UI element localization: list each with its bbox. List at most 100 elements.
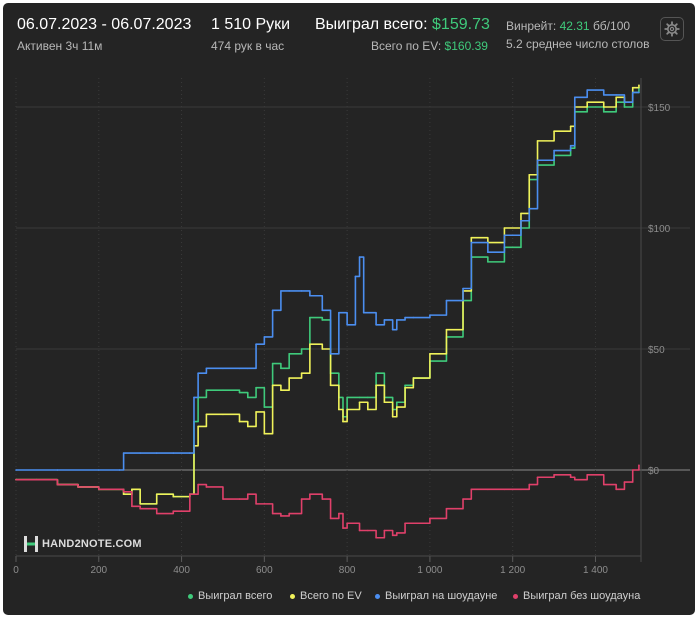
series-ev-total-point	[122, 493, 125, 496]
series-non-showdown-point	[445, 507, 448, 510]
series-showdown-point	[354, 275, 357, 278]
series-won-total-point	[288, 353, 290, 355]
series-non-showdown-point	[271, 512, 274, 515]
series-won-total-point	[367, 396, 369, 399]
series-non-showdown-point	[139, 507, 141, 510]
series-ev-total-point	[222, 413, 224, 416]
series-ev-total-point	[638, 84, 640, 87]
series-non-showdown-point	[15, 478, 17, 481]
hand2note-logo: HAND2NOTE.COM	[24, 536, 142, 552]
series-won-total-point	[280, 367, 282, 370]
series-showdown-point	[536, 159, 539, 162]
series-showdown-point	[487, 251, 489, 253]
series-won-total-point	[375, 372, 377, 375]
series-ev-total-point	[553, 130, 555, 132]
series-non-showdown-point	[255, 503, 257, 505]
series-non-showdown-point	[367, 529, 369, 532]
series-ev-total-point	[569, 125, 572, 128]
series-won-total-point	[346, 396, 348, 399]
series-non-showdown-point	[573, 478, 576, 481]
series-ev-total-point	[391, 415, 394, 418]
grid-layer	[15, 78, 690, 560]
series-non-showdown-point	[412, 522, 415, 525]
series-ev-total-point	[155, 493, 158, 496]
series-ev-total-point	[602, 106, 605, 108]
series-ev-total-point	[139, 503, 141, 505]
series-non-showdown-point	[263, 503, 266, 505]
series-showdown-point	[246, 367, 249, 370]
series-non-showdown-point	[383, 529, 386, 532]
series-ev-total-point	[131, 488, 133, 491]
series-non-showdown-point	[346, 522, 348, 525]
series-showdown-point	[445, 299, 448, 302]
series-showdown-point	[300, 290, 303, 292]
series-ev-total-point	[205, 413, 208, 416]
series-showdown-point	[118, 469, 121, 471]
series-ev-total-point	[528, 173, 531, 176]
series-showdown-point	[346, 324, 348, 326]
legend-item-won-total[interactable]: Выиграл всего	[188, 590, 272, 602]
series-non-showdown-point	[429, 517, 431, 520]
series-non-showdown-point	[404, 522, 406, 525]
series-non-showdown-point	[375, 536, 377, 539]
series-non-showdown-point	[189, 493, 191, 496]
series-non-showdown-point	[280, 515, 282, 517]
series-showdown-point	[503, 234, 506, 237]
series-won-total-point	[404, 384, 406, 387]
series-ev-total-point	[503, 227, 506, 229]
series-won-total-point	[255, 386, 257, 389]
series-non-showdown-point	[205, 486, 208, 488]
series-ev-total-point	[375, 384, 377, 387]
series-showdown-point	[553, 149, 555, 152]
series-non-showdown-point	[487, 488, 489, 491]
series-ev-total-point	[445, 328, 448, 331]
legend-label-showdown: Выиграл на шоудауне	[385, 590, 498, 602]
series-non-showdown-point	[395, 532, 398, 534]
series-ev-total-point	[470, 236, 473, 239]
legend-item-non-showdown[interactable]: Выиграл без шоудауна	[513, 590, 640, 602]
series-non-showdown-point	[391, 534, 394, 537]
series-showdown-point	[222, 367, 224, 370]
series-non-showdown-point	[246, 493, 249, 496]
series-ev-total-point	[342, 420, 344, 423]
series-non-showdown-point	[536, 476, 539, 479]
series-non-showdown-point	[131, 505, 133, 508]
series-won-total-point	[602, 111, 605, 113]
series-ev-total-point	[246, 425, 249, 428]
series-showdown-point	[139, 452, 141, 454]
series-ev-total-point	[536, 140, 539, 142]
series-won-total-point	[487, 261, 489, 263]
series-won-total-line	[16, 87, 640, 505]
series-non-showdown-point	[56, 483, 59, 486]
series-non-showdown-point	[569, 476, 572, 479]
series-ev-total-point	[300, 372, 303, 375]
legend-label-non-showdown: Выиграл без шоудауна	[523, 590, 641, 602]
x-tick-label: 800	[339, 565, 356, 576]
series-won-total-point	[623, 106, 626, 108]
series-showdown-point	[197, 372, 199, 375]
y-tick-label: $0	[648, 466, 660, 477]
series-showdown-point	[321, 309, 324, 312]
series-non-showdown-point	[638, 464, 640, 466]
series-ev-total-point	[238, 420, 241, 423]
series-non-showdown-point	[615, 488, 617, 491]
y-tick-label: $100	[648, 224, 671, 235]
series-showdown-point	[395, 319, 398, 321]
series-showdown-point	[383, 319, 386, 321]
series-ev-total-point	[255, 411, 257, 413]
series-showdown-point	[238, 367, 241, 370]
series-non-showdown-point	[35, 478, 38, 481]
series-ev-total-point	[631, 86, 634, 89]
series-won-total-point	[263, 406, 266, 408]
x-tick-label: 1 400	[583, 565, 608, 576]
series-showdown-point	[623, 101, 626, 103]
series-showdown-point	[367, 311, 369, 314]
series-ev-total-point	[404, 386, 406, 389]
series-showdown-point	[288, 290, 290, 292]
series-ev-total-point	[309, 343, 311, 345]
legend-item-ev-total[interactable]: Всего по EV	[290, 590, 362, 602]
series-non-showdown-point	[193, 493, 195, 496]
legend-item-showdown[interactable]: Выиграл на шоудауне	[375, 590, 497, 602]
axis-layer: $150 $100 $50 $0 0 200 400 600 800 1 000 1 200 1 40…	[13, 78, 671, 576]
series-non-showdown-point	[602, 483, 605, 486]
